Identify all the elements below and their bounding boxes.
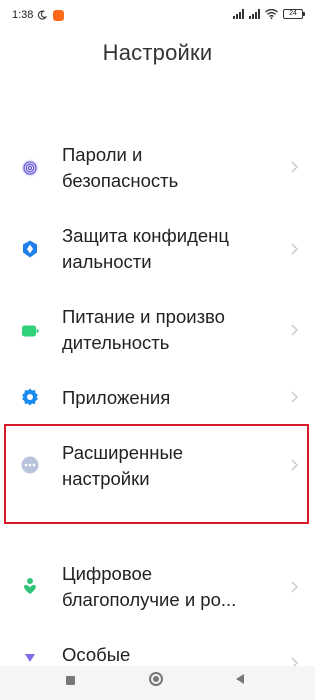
fingerprint-icon (21, 159, 39, 177)
highlight-box (4, 424, 309, 524)
settings-item-label: Приложения (62, 387, 171, 408)
chevron-right-icon (291, 391, 298, 403)
home-icon[interactable] (149, 672, 163, 686)
back-icon[interactable] (236, 674, 244, 684)
chevron-right-icon (291, 324, 298, 336)
settings-item-label: Цифровое благополучие и ро... (62, 563, 237, 610)
recent-apps-icon[interactable] (66, 676, 75, 685)
settings-item-privacy[interactable]: Защита конфиденц иальности (0, 222, 315, 278)
settings-item-label: Питание и произво дительность (62, 306, 225, 353)
settings-item-special[interactable]: Особые (0, 640, 315, 669)
settings-item-power-performance[interactable]: Питание и произво дительность (0, 303, 315, 359)
navigation-bar (0, 666, 315, 700)
chevron-right-icon (291, 581, 298, 593)
settings-item-label: Пароли и безопасность (62, 144, 179, 191)
settings-item-label: Защита конфиденц иальности (62, 225, 229, 272)
settings-item-label: Особые (62, 644, 131, 665)
chevron-right-icon (291, 161, 298, 173)
settings-list: Пароли и безопасность Защита конфиденц и… (0, 0, 315, 700)
gear-icon (22, 388, 38, 406)
settings-item-passwords-security[interactable]: Пароли и безопасность (0, 140, 315, 196)
battery-power-icon (22, 325, 39, 337)
chevron-right-icon (291, 243, 298, 255)
settings-item-digital-wellbeing[interactable]: Цифровое благополучие и ро... (0, 560, 315, 616)
wellbeing-icon (24, 578, 36, 594)
settings-item-apps[interactable]: Приложения (0, 379, 315, 417)
privacy-icon (23, 240, 37, 258)
